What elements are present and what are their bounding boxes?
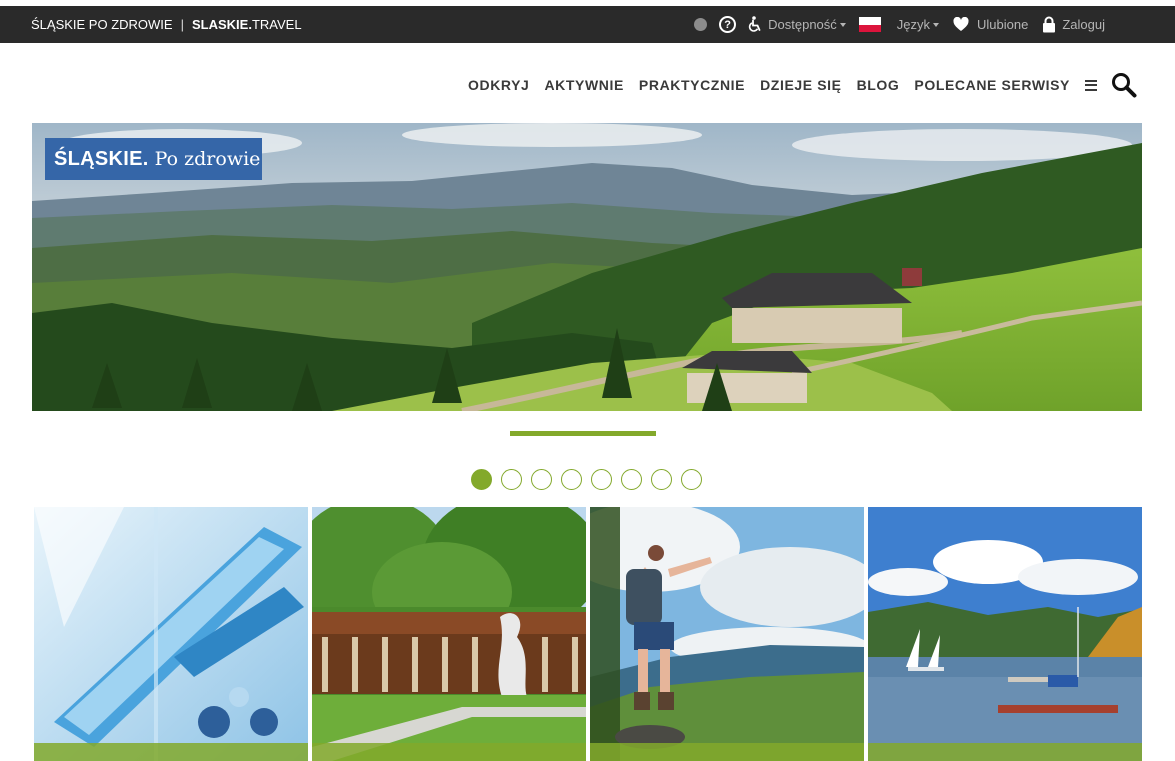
top-bar-tools: ? Dostępność Język Ulubione Zaloguj <box>694 6 1105 43</box>
slider-dot-1[interactable] <box>471 469 492 490</box>
login-link[interactable]: Zaloguj <box>1042 16 1105 33</box>
top-bar: ŚLĄSKIE PO ZDROWIE | SLASKIE.TRAVEL ? Do… <box>0 6 1175 43</box>
slider-dot-5[interactable] <box>591 469 612 490</box>
nav-polecane-serwisy[interactable]: POLECANE SERWISY <box>914 77 1070 93</box>
hamburger-icon[interactable] <box>1085 79 1097 91</box>
feature-tiles <box>34 507 1146 761</box>
brand-separator: | <box>180 17 184 32</box>
travel-bold: SLASKIE. <box>191 17 252 32</box>
language-flag[interactable] <box>858 17 881 32</box>
nav-dzieje-sie[interactable]: DZIEJE SIĘ <box>760 77 841 93</box>
chevron-down-icon <box>933 22 940 27</box>
contrast-icon <box>694 18 708 31</box>
nav-blog[interactable]: BLOG <box>857 77 900 93</box>
search-button[interactable] <box>1111 72 1137 98</box>
slider-dot-7[interactable] <box>651 469 672 490</box>
accessibility-dropdown[interactable]: Dostępność <box>748 16 846 33</box>
lock-icon <box>1043 16 1056 33</box>
accessibility-label: Dostępność <box>768 17 837 32</box>
heart-icon <box>953 17 969 31</box>
hiker-image <box>590 507 864 761</box>
search-icon <box>1112 73 1137 98</box>
slider-dot-8[interactable] <box>681 469 702 490</box>
hero-logo-script: Po zdrowie <box>154 148 261 170</box>
main-navigation: ODKRYJ AKTYWNIE PRAKTYCZNIE DZIEJE SIĘ B… <box>468 72 1137 98</box>
favorites-label: Ulubione <box>977 17 1029 32</box>
language-dropdown[interactable]: Język <box>896 17 940 32</box>
help-icon: ? <box>719 16 737 33</box>
tile-accent-strip <box>34 743 308 761</box>
slider-pagination <box>471 469 711 490</box>
wheelchair-icon <box>748 16 761 32</box>
top-bar-brand: ŚLĄSKIE PO ZDROWIE | SLASKIE.TRAVEL <box>31 6 302 43</box>
help-button[interactable]: ? <box>719 16 737 33</box>
hero-banner[interactable]: ŚLĄSKIE. Po zdrowie <box>32 123 1142 411</box>
tile-hiking[interactable] <box>590 507 864 761</box>
slider-progress-bar <box>510 431 656 436</box>
tile-accent-strip <box>312 743 586 761</box>
lake-sailboats-image <box>868 507 1142 761</box>
language-label: Język <box>896 17 931 32</box>
travel-rest: TRAVEL <box>251 17 302 32</box>
operating-lamp-image <box>34 507 308 761</box>
poland-flag-icon <box>858 17 881 32</box>
site-name-link[interactable]: ŚLĄSKIE PO ZDROWIE <box>31 17 173 32</box>
hero-logo-bold: ŚLĄSKIE. <box>54 147 149 170</box>
hero-brand-logo: ŚLĄSKIE. Po zdrowie <box>45 138 262 180</box>
slaskie-travel-link[interactable]: SLASKIE.TRAVEL <box>192 17 302 32</box>
spa-pavilion-image <box>312 507 586 761</box>
slider-dot-4[interactable] <box>561 469 582 490</box>
slider-dot-6[interactable] <box>621 469 642 490</box>
nav-praktycznie[interactable]: PRAKTYCZNIE <box>639 77 745 93</box>
tile-lake[interactable] <box>868 507 1142 761</box>
tile-medical[interactable] <box>34 507 308 761</box>
chevron-down-icon <box>839 22 846 27</box>
contrast-toggle[interactable] <box>694 18 708 31</box>
nav-aktywnie[interactable]: AKTYWNIE <box>544 77 623 93</box>
tile-accent-strip <box>868 743 1142 761</box>
tile-accent-strip <box>590 743 864 761</box>
nav-odkryj[interactable]: ODKRYJ <box>468 77 529 93</box>
login-label: Zaloguj <box>1062 17 1105 32</box>
tile-spa-pavilion[interactable] <box>312 507 586 761</box>
favorites-link[interactable]: Ulubione <box>953 17 1028 32</box>
slider-dot-3[interactable] <box>531 469 552 490</box>
slider-dot-2[interactable] <box>501 469 522 490</box>
